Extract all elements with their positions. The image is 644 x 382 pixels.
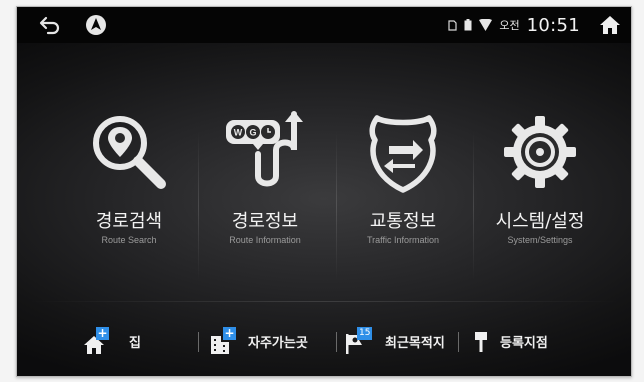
menu-label-traffic-information: 교통정보 xyxy=(369,211,437,232)
quick-label-recent-destinations: 최근목적지 xyxy=(385,336,445,351)
quick-label-home: 집 xyxy=(129,336,141,351)
route-search-icon xyxy=(93,116,166,189)
menu-sublabel-route-information: Route Information xyxy=(229,235,301,245)
menu-sublabel-traffic-information: Traffic Information xyxy=(366,235,440,245)
quick-item-saved-locations[interactable]: 등록지점 xyxy=(474,307,548,376)
svg-text:W: W xyxy=(234,128,243,138)
main-menu: 경로검색 Route Search W G 경로정보 Route Informa… xyxy=(17,43,631,295)
navigation-screen: 오전 10:51 경로검색 Route Search W G 경로정보 Rout… xyxy=(16,6,632,377)
menu-label-route-information: 경로정보 xyxy=(231,211,299,232)
route-information-icon: W G xyxy=(226,111,303,187)
sd-card-icon xyxy=(448,19,457,31)
menu-item-route-search[interactable]: 경로검색 Route Search xyxy=(64,43,194,295)
bottom-divider xyxy=(27,301,621,302)
quick-destinations-bar: + 집 + 자주가는곳 15 최근목적지 등록지점 xyxy=(17,307,631,376)
add-badge: + xyxy=(223,325,236,340)
navigation-arrow-icon xyxy=(86,15,106,35)
menu-sublabel-route-search: Route Search xyxy=(101,235,157,245)
menu-divider xyxy=(473,131,474,281)
svg-text:G: G xyxy=(249,128,256,138)
settings-gear-icon xyxy=(504,116,576,188)
quick-item-frequent-places[interactable]: + 자주가는곳 xyxy=(210,307,308,376)
wifi-signal-icon xyxy=(479,19,493,31)
quick-divider xyxy=(198,332,199,352)
add-badge: + xyxy=(96,325,109,340)
quick-divider xyxy=(458,332,459,352)
quick-item-recent-destinations[interactable]: 15 최근목적지 xyxy=(345,307,445,376)
clock-time: 10:51 xyxy=(526,14,580,36)
quick-divider xyxy=(336,332,337,352)
menu-divider xyxy=(336,131,337,281)
menu-divider xyxy=(198,131,199,281)
navigation-mode-button[interactable] xyxy=(83,12,109,38)
back-button[interactable] xyxy=(37,12,63,38)
quick-item-home[interactable]: + 집 xyxy=(83,307,141,376)
device-frame: 오전 10:51 경로검색 Route Search W G 경로정보 Rout… xyxy=(0,0,644,382)
menu-label-route-search: 경로검색 xyxy=(95,211,163,232)
recent-count-badge: 15 xyxy=(357,326,373,340)
menu-item-traffic-information[interactable]: 교통정보 Traffic Information xyxy=(338,43,468,295)
battery-icon xyxy=(464,19,472,31)
traffic-information-icon xyxy=(369,115,437,193)
clock-ampm: 오전 xyxy=(499,19,520,32)
quick-label-frequent-places: 자주가는곳 xyxy=(248,336,308,351)
home-button[interactable] xyxy=(599,15,621,35)
pin-icon xyxy=(475,331,487,352)
status-bar: 오전 10:51 xyxy=(17,7,631,43)
menu-item-system-settings[interactable]: 시스템/설정 System/Settings xyxy=(475,43,605,295)
home-icon xyxy=(600,16,620,34)
menu-item-route-information[interactable]: W G 경로정보 Route Information xyxy=(200,43,330,295)
quick-label-saved-locations: 등록지점 xyxy=(500,336,548,351)
back-arrow-icon xyxy=(39,16,60,35)
menu-sublabel-system-settings: System/Settings xyxy=(507,235,573,245)
menu-label-system-settings: 시스템/설정 xyxy=(495,211,585,232)
